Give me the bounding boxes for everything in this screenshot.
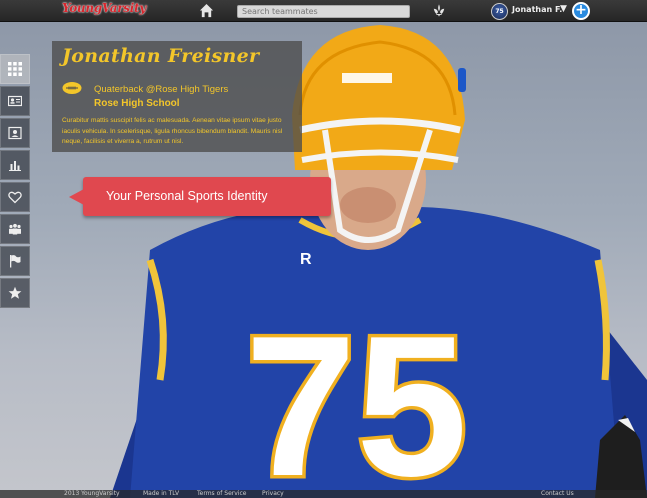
left-sidebar: [0, 54, 30, 310]
user-name[interactable]: Jonathan F.: [512, 5, 562, 14]
footer: 2013 YoungVarsity Made in TLV Terms of S…: [0, 490, 647, 498]
footer-privacy-link[interactable]: Privacy: [262, 490, 284, 498]
profile-card: Jonathan Freisner Quaterback @Rose High …: [52, 41, 302, 152]
sidebar-item-contact[interactable]: [0, 118, 30, 148]
callout-text: Your Personal Sports Identity: [106, 189, 268, 203]
flag-icon: [10, 255, 21, 268]
football-icon: [62, 82, 82, 94]
sidebar-item-star[interactable]: [0, 278, 30, 308]
home-icon[interactable]: [199, 3, 214, 18]
footer-made-in-link[interactable]: Made in TLV: [143, 490, 179, 498]
youngvarsity-logo[interactable]: YoungVarsity: [62, 1, 146, 15]
jersey-number: 75: [245, 295, 467, 498]
svg-text:R: R: [300, 251, 312, 268]
team-icon: [9, 223, 21, 235]
sidebar-item-grid[interactable]: [0, 54, 30, 84]
user-menu-caret-icon[interactable]: ▼: [560, 4, 567, 14]
profile-name: Jonathan Freisner: [62, 45, 260, 67]
contact-card-icon: [8, 126, 22, 140]
grid-icon: [8, 62, 22, 76]
sidebar-item-flag[interactable]: [0, 246, 30, 276]
star-icon: [8, 286, 22, 299]
sidebar-item-favorites[interactable]: [0, 182, 30, 212]
tagline-callout: Your Personal Sports Identity: [69, 177, 331, 216]
footer-contact-link[interactable]: Contact Us: [541, 490, 574, 498]
heart-icon: [8, 191, 22, 204]
bar-chart-icon: [9, 161, 21, 171]
callout-arrow: [69, 189, 84, 205]
id-card-icon: [8, 95, 22, 107]
profile-position: Quaterback @Rose High Tigers: [94, 84, 229, 95]
sidebar-item-stats[interactable]: [0, 150, 30, 180]
top-navigation-bar: YoungVarsity 75 Jonathan F. ▼ +: [0, 0, 647, 22]
footer-copyright: 2013 YoungVarsity: [64, 490, 120, 497]
profile-bio: Curabitur mattis suscipit felis ac males…: [62, 117, 283, 145]
sidebar-item-id-card[interactable]: [0, 86, 30, 116]
search-teammates-input[interactable]: [237, 5, 410, 18]
fleur-de-lis-icon[interactable]: [432, 3, 446, 18]
profile-school[interactable]: Rose High School: [94, 98, 180, 109]
add-button[interactable]: +: [572, 2, 590, 20]
footer-terms-link[interactable]: Terms of Service: [197, 490, 246, 498]
user-avatar[interactable]: 75: [491, 3, 508, 20]
sidebar-item-team[interactable]: [0, 214, 30, 244]
